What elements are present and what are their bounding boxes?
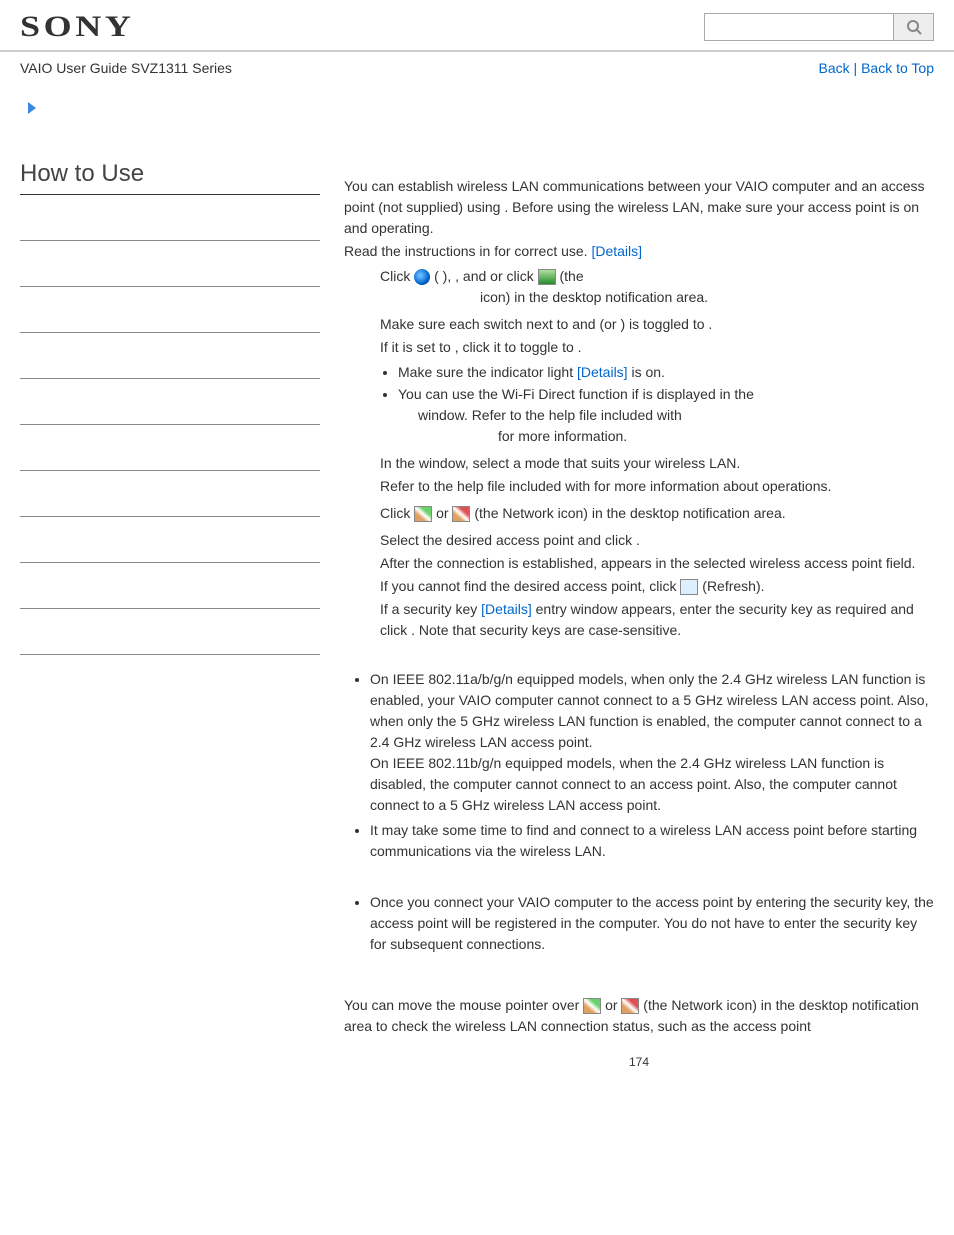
step-4: Click or (the Network icon) in the deskt… [380, 503, 934, 524]
note-item: On IEEE 802.11a/b/g/n equipped models, w… [370, 669, 934, 816]
sidebar-item[interactable] [20, 563, 320, 609]
sidebar: How to Use [20, 116, 320, 1071]
breadcrumb-chevron-icon [26, 100, 42, 116]
refresh-icon [680, 579, 698, 595]
sidebar-item[interactable] [20, 195, 320, 241]
status-paragraph: You can move the mouse pointer over or (… [344, 995, 934, 1037]
nav-sep: | [850, 60, 861, 76]
hint-item: You can use the Wi-Fi Direct function if… [398, 384, 934, 447]
sidebar-item[interactable] [20, 287, 320, 333]
smart-network-icon [538, 269, 556, 285]
network-icon [583, 998, 601, 1014]
intro-paragraph-2: Read the instructions in for correct use… [344, 241, 934, 262]
network-off-icon [452, 506, 470, 522]
search-icon [906, 19, 922, 35]
sub-header: VAIO User Guide SVZ1311 Series Back | Ba… [0, 52, 954, 82]
main-content: You can establish wireless LAN communica… [320, 116, 934, 1071]
note-item: It may take some time to find and connec… [370, 820, 934, 862]
guide-title: VAIO User Guide SVZ1311 Series [20, 60, 232, 76]
start-icon [414, 269, 430, 285]
step-5: Select the desired access point and clic… [380, 530, 934, 641]
step-2: Make sure each switch next to and (or ) … [380, 314, 934, 447]
sidebar-item[interactable] [20, 241, 320, 287]
step-3: In the window, select a mode that suits … [380, 453, 934, 497]
search-wrap [704, 13, 934, 41]
note-item: Once you connect your VAIO computer to t… [370, 892, 934, 955]
page-number: 174 [344, 1053, 934, 1071]
back-to-top-link[interactable]: Back to Top [861, 60, 934, 76]
back-link[interactable]: Back [819, 60, 850, 76]
sidebar-item[interactable] [20, 379, 320, 425]
top-bar: SONY [0, 0, 954, 52]
sidebar-item[interactable] [20, 517, 320, 563]
search-button[interactable] [894, 13, 934, 41]
details-link[interactable]: [Details] [591, 243, 642, 259]
intro-paragraph: You can establish wireless LAN communica… [344, 176, 934, 239]
step-1: Click ( ), , and or click (the icon) in … [380, 266, 934, 308]
nav-links: Back | Back to Top [819, 60, 934, 76]
sidebar-item[interactable] [20, 609, 320, 655]
sony-logo: SONY [20, 10, 134, 44]
sidebar-item[interactable] [20, 333, 320, 379]
search-input[interactable] [704, 13, 894, 41]
notes-list-2: Once you connect your VAIO computer to t… [354, 892, 934, 955]
hint-item: Make sure the indicator light [Details] … [398, 362, 934, 383]
details-link[interactable]: [Details] [481, 601, 532, 617]
network-off-icon [621, 998, 639, 1014]
details-link[interactable]: [Details] [577, 364, 628, 380]
sidebar-title: How to Use [20, 160, 320, 195]
network-icon [414, 506, 432, 522]
sidebar-item[interactable] [20, 425, 320, 471]
notes-list: On IEEE 802.11a/b/g/n equipped models, w… [354, 669, 934, 862]
sidebar-item[interactable] [20, 471, 320, 517]
